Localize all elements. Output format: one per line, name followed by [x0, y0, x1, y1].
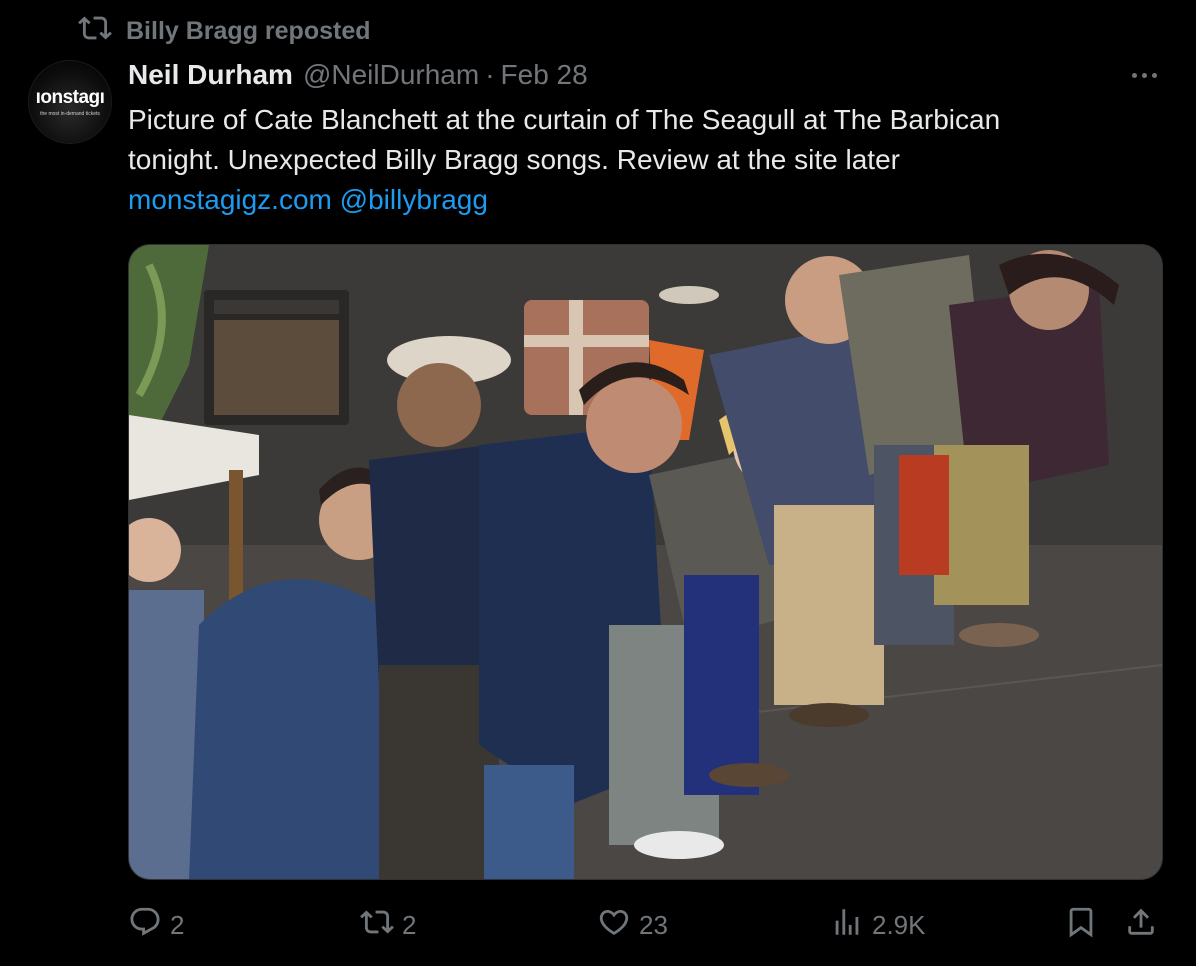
- author-name[interactable]: Neil Durham: [128, 59, 293, 91]
- repost-indicator[interactable]: Billy Bragg reposted: [78, 14, 371, 48]
- share-button[interactable]: [1124, 906, 1158, 944]
- share-icon: [1124, 905, 1158, 946]
- more-options-button[interactable]: [1122, 60, 1166, 90]
- post-photo[interactable]: [128, 244, 1163, 880]
- repost-count: 2: [402, 909, 417, 940]
- heart-icon: [597, 905, 631, 946]
- bookmark-icon: [1064, 905, 1098, 946]
- header-separator: ·: [485, 59, 495, 90]
- post-links-line: monstagigz.com @billybragg: [128, 180, 1138, 220]
- action-bar: 2 2 23 2.9K: [0, 898, 1196, 952]
- views-count: 2.9K: [872, 909, 926, 940]
- avatar[interactable]: ıonstagı the most in-demand tickets: [28, 60, 112, 144]
- more-dot-icon: [1141, 72, 1147, 78]
- more-dot-icon: [1151, 72, 1157, 78]
- reply-button[interactable]: 2: [128, 906, 184, 944]
- views-button[interactable]: 2.9K: [830, 906, 926, 944]
- reply-icon: [128, 905, 162, 946]
- like-button[interactable]: 23: [597, 906, 668, 944]
- reply-count: 2: [170, 909, 185, 940]
- author-handle[interactable]: @NeilDurham: [303, 59, 479, 91]
- repost-icon: [78, 11, 112, 52]
- avatar-logo-text: ıonstagı: [35, 86, 105, 108]
- views-chart-icon: [830, 905, 864, 946]
- post-text-line: tonight. Unexpected Billy Bragg songs. R…: [128, 144, 900, 175]
- tweet-header: Neil Durham @NeilDurham · Feb 28: [128, 56, 588, 94]
- more-dot-icon: [1131, 72, 1137, 78]
- tweet-card[interactable]: Billy Bragg reposted ıonstagı the most i…: [0, 0, 1196, 966]
- post-text: Picture of Cate Blanchett at the curtain…: [128, 100, 1138, 220]
- bookmark-button[interactable]: [1064, 906, 1098, 944]
- photo-illustration: [129, 245, 1162, 879]
- mention-link[interactable]: @billybragg: [340, 184, 488, 215]
- repost-label: Billy Bragg reposted: [126, 16, 371, 45]
- repost-button[interactable]: 2: [360, 906, 416, 944]
- repost-icon: [360, 905, 394, 946]
- avatar-logo-subtitle: the most in-demand tickets: [40, 110, 100, 117]
- site-link[interactable]: monstagigz.com: [128, 184, 332, 215]
- like-count: 23: [639, 909, 668, 940]
- post-text-line: Picture of Cate Blanchett at the curtain…: [128, 104, 1001, 135]
- post-date[interactable]: Feb 28: [501, 59, 588, 91]
